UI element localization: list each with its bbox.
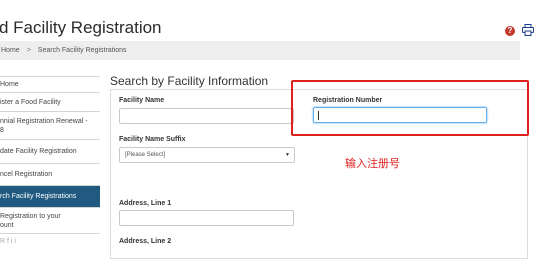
sidebar-item-label: date Facility Registration [0,148,77,155]
breadcrumb-current: Search Facility Registrations [37,47,127,54]
breadcrumb-home-link[interactable]: Home [1,47,20,54]
sidebar-item-home[interactable]: Home [0,76,100,93]
sidebar-item-add-registration-account[interactable]: Registration to your ount [0,208,100,234]
sidebar-item-label: nnial Registration Renewal - [0,117,88,125]
sidebar-item-label: rch Facility Registrations [0,193,77,200]
sidebar-item-cancel-registration[interactable]: ncel Registration [0,164,100,186]
sidebar-item-label-line2: ount [0,221,14,229]
address-line2-label: Address, Line 2 [119,238,172,245]
sidebar-item-label: Home [0,81,19,88]
facility-name-input[interactable] [119,108,294,124]
select-value: [Please Select] [125,152,166,158]
sidebar-item-update-registration[interactable]: date Facility Registration [0,140,100,164]
annotation-highlight-box [291,80,529,136]
sidebar-item-label: R f i i [0,237,16,245]
sidebar-item-biennial-renewal[interactable]: nnial Registration Renewal - 8 [0,112,100,140]
facility-name-suffix-select[interactable]: [Please Select] ▼ [119,147,295,163]
breadcrumb-separator: > [26,47,31,54]
section-title: Search by Facility Information [110,74,269,88]
annotation-text: 输入注册号 [345,157,400,170]
facility-name-suffix-label: Facility Name Suffix [119,136,186,143]
sidebar-item-label: ncel Registration [0,171,53,178]
breadcrumb: Home > Search Facility Registrations [0,41,520,60]
sidebar-item-label: Registration to your [0,212,61,220]
printer-icon[interactable] [522,24,534,36]
facility-name-label: Facility Name [119,97,165,104]
sidebar-item-label: ister a Food Facility [0,98,61,106]
sidebar-item-label-line2: 8 [0,126,4,134]
sidebar-item-search-registrations[interactable]: rch Facility Registrations [0,186,100,208]
page-title: d Facility Registration [0,18,162,37]
address-line1-label: Address, Line 1 [119,200,172,207]
help-icon[interactable]: ? [505,26,515,36]
sidebar-item-partial[interactable]: R f i i [0,234,100,248]
address-line1-input[interactable] [119,210,294,226]
chevron-down-icon: ▼ [285,152,290,158]
sidebar-item-register-facility[interactable]: ister a Food Facility [0,93,100,112]
sidebar-nav: Home ister a Food Facility nnial Registr… [0,76,100,248]
